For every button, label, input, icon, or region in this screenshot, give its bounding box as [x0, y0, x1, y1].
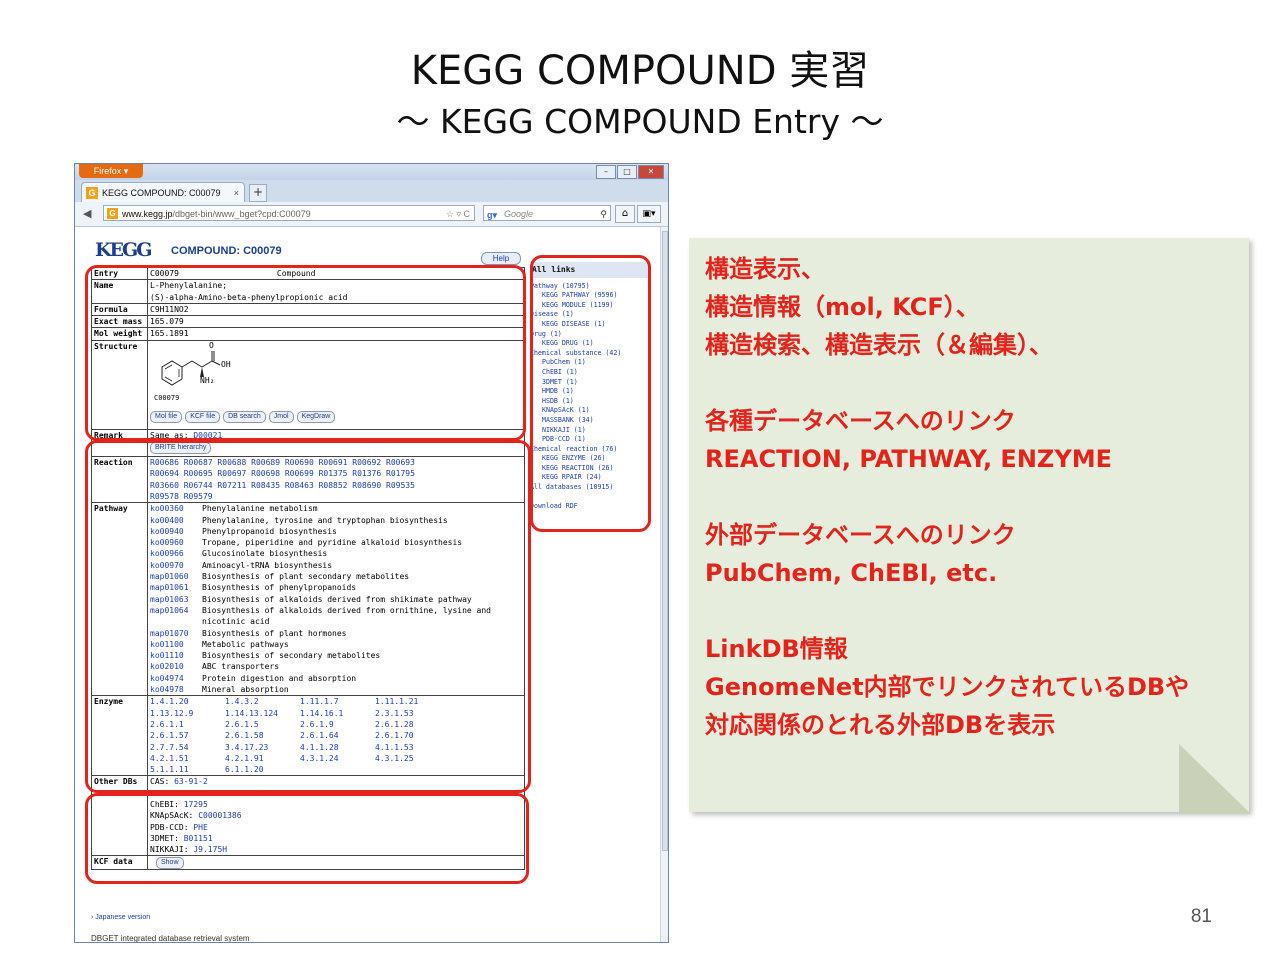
note-line: PubChem, ChEBI, etc.	[705, 559, 998, 587]
window-titlebar: Firefox ▾ – □ ✕	[75, 164, 668, 180]
annotation-box-structure	[85, 265, 526, 441]
slide-title: KEGG COMPOUND 実習	[410, 48, 870, 94]
note-line: 構造検索、構造表示（＆編集）、	[705, 331, 1053, 359]
maximize-icon[interactable]: □	[617, 165, 637, 179]
annotation-note: 構造表示、 構造情報（mol, KCF）、 構造検索、構造表示（＆編集）、 各種…	[689, 238, 1251, 814]
bookmark-star-icon[interactable]: ☆ ▿ C	[446, 206, 470, 222]
tab-kegg-compound[interactable]: G KEGG COMPOUND: C00079 ×	[81, 182, 245, 202]
dbget-footer: DBGET integrated database retrieval syst…	[91, 934, 250, 943]
note-line	[705, 364, 1189, 402]
note-line: 各種データベースへのリンク	[705, 407, 1016, 435]
annotation-box-all-links	[530, 255, 651, 532]
note-line: 対応関係のとれる外部DBを表示	[705, 711, 1056, 739]
note-page-curl	[1179, 744, 1251, 814]
note-line	[705, 592, 1189, 630]
note-line: REACTION, PATHWAY, ENZYME	[705, 445, 1112, 473]
compound-heading: COMPOUND: C00079	[171, 245, 282, 257]
note-line: GenomeNet内部でリンクされているDBや	[705, 673, 1190, 701]
url-bar[interactable]: G www.kegg.jp/dbget-bin/www_bget?cpd:C00…	[103, 205, 475, 221]
google-icon: g▾	[487, 210, 498, 220]
search-icon[interactable]: ⚲	[600, 206, 607, 222]
slide-subtitle: ～ KEGG COMPOUND Entry ～	[396, 102, 884, 141]
search-placeholder: Google	[504, 209, 534, 219]
firefox-menu-label: Firefox	[93, 166, 122, 176]
search-bar[interactable]: g▾ Google ⚲	[483, 205, 611, 221]
tab-title: KEGG COMPOUND: C00079	[102, 188, 221, 198]
firefox-menu-button[interactable]: Firefox ▾	[79, 164, 143, 178]
note-line: LinkDB情報	[705, 635, 848, 663]
note-line	[705, 478, 1189, 516]
back-arrow-icon[interactable]: ◀	[83, 207, 91, 220]
help-button[interactable]: Help	[481, 252, 521, 265]
kegg-favicon-icon: G	[86, 187, 98, 199]
new-tab-button[interactable]: +	[249, 184, 267, 202]
japanese-version-label: Japanese version	[95, 914, 151, 921]
url-favicon-icon: G	[107, 208, 118, 219]
url-path: /dbget-bin/www_bget?cpd:C00079	[172, 209, 311, 219]
window-controls: – □ ✕	[596, 165, 664, 179]
note-text: 構造表示、 構造情報（mol, KCF）、 構造検索、構造表示（＆編集）、 各種…	[705, 250, 1189, 744]
note-line: 構造表示、	[705, 255, 825, 283]
kegg-logo[interactable]: KEGG	[95, 239, 152, 261]
home-icon[interactable]: ⌂	[615, 205, 635, 223]
url-host: www.kegg.jp	[122, 209, 173, 219]
note-line: 外部データベースへのリンク	[705, 521, 1016, 549]
note-line: 構造情報（mol, KCF）、	[705, 293, 980, 321]
vertical-scrollbar[interactable]	[660, 227, 668, 942]
scrollbar-thumb[interactable]	[662, 231, 668, 851]
page-number: 81	[1190, 906, 1212, 927]
toolbar-menu-icon[interactable]: ▣▾	[637, 205, 661, 223]
tab-close-icon[interactable]: ×	[234, 183, 239, 203]
japanese-version-link[interactable]: › Japanese version	[91, 914, 150, 921]
tab-bar: G KEGG COMPOUND: C00079 × +	[75, 180, 668, 202]
navigation-bar: ◀ G www.kegg.jp/dbget-bin/www_bget?cpd:C…	[75, 202, 668, 227]
annotation-box-other-dbs	[85, 793, 529, 884]
close-icon[interactable]: ✕	[638, 165, 664, 179]
annotation-box-links	[85, 440, 531, 793]
minimize-icon[interactable]: –	[596, 165, 616, 179]
